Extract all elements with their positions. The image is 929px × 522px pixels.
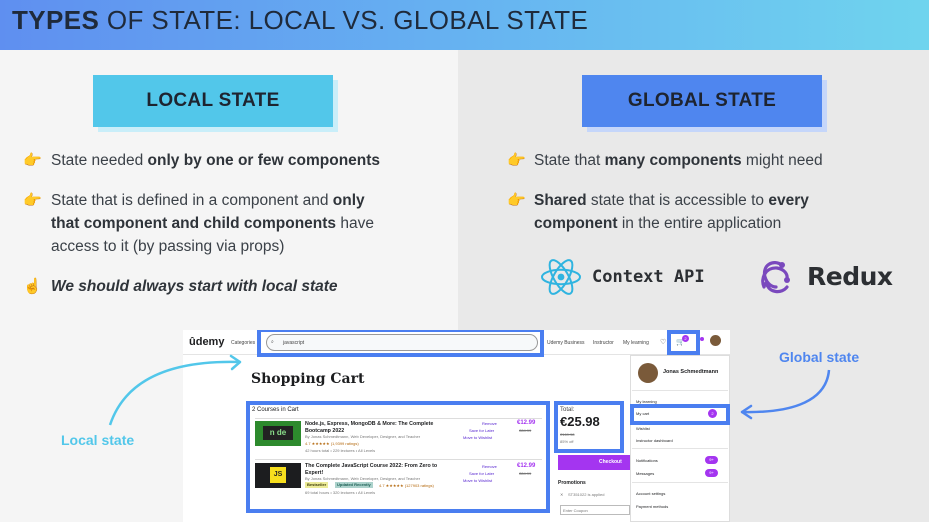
menu-divider (632, 482, 728, 483)
global-state-heading: GLOBAL STATE (582, 75, 822, 127)
redux-label: Redux (807, 262, 893, 291)
page-title: Shopping Cart (251, 371, 365, 387)
local-bullet-1: State needed only by one or few componen… (51, 152, 381, 169)
remove-link[interactable]: Remove (482, 421, 497, 426)
save-later-link[interactable]: Save for Later (469, 471, 494, 476)
course-old-price: €84.99 (519, 471, 532, 476)
menu-user-name: Jonas Schmedtmann (663, 369, 719, 375)
pointing-hand-icon: 👉 (507, 152, 526, 169)
menu-item-payment-methods[interactable]: Payment methods (636, 504, 668, 509)
pointing-hand-icon: 👉 (507, 192, 526, 209)
close-icon[interactable]: ✕ (560, 492, 563, 497)
menu-avatar (638, 363, 658, 383)
course-title[interactable]: Node.js, Express, MongoDB & More: The Co… (305, 421, 455, 434)
nav-instructor[interactable]: Instructor (593, 340, 614, 346)
bestseller-badge: Bestseller (305, 482, 329, 488)
menu-item-notifications[interactable]: Notifications (636, 458, 658, 463)
pointing-hand-icon: 👉 (23, 152, 42, 169)
avatar[interactable] (710, 335, 721, 346)
notification-dot (700, 337, 704, 341)
table-row[interactable] (255, 418, 542, 419)
menu-item-wishlist[interactable]: Wishlist (636, 426, 650, 431)
course-author: By Jonas Schmedtmann, Web Developer, Des… (305, 434, 421, 439)
move-wishlist-link[interactable]: Move to Wishlist (463, 478, 492, 483)
local-state-arrow (108, 354, 242, 426)
menu-item-account-settings[interactable]: Account settings (636, 491, 665, 496)
total-price: €25.98 (560, 414, 600, 429)
redux-icon (761, 261, 790, 294)
pointing-up-icon: ☝ (23, 278, 42, 295)
remove-link[interactable]: Remove (482, 464, 497, 469)
slide-title: TYPES OF STATE: LOCAL VS. GLOBAL STATE (12, 5, 589, 35)
move-wishlist-link[interactable]: Move to Wishlist (463, 435, 492, 440)
local-bullet-3: We should always start with local state (51, 278, 338, 295)
coupon-applied: ST351022 is applied (568, 492, 605, 497)
save-later-link[interactable]: Save for Later (469, 428, 494, 433)
course-rating: 4.7 ★★★★★ (127903 ratings) (379, 483, 434, 488)
local-state-annotation: Local state (61, 432, 135, 448)
course-author: By Jonas Schmedtmann, Web Developer, Des… (305, 476, 421, 481)
pointing-hand-icon: 👉 (23, 192, 42, 209)
course-rating: 4.7 ★★★★★ (1,9399 ratings) (305, 441, 359, 446)
global-bullet-2: Shared state that is accessible to every… (534, 192, 809, 232)
nav-udemy-business[interactable]: Udemy Business (547, 340, 585, 346)
thumbnail-text: JS (270, 467, 286, 483)
table-row[interactable] (255, 459, 542, 460)
coupon-placeholder: Enter Coupon (563, 508, 588, 513)
context-api-label: Context API (592, 267, 705, 287)
udemy-cart-screenshot: ûdemy Categories ⌕ javascript Udemy Busi… (183, 330, 730, 522)
menu-item-messages[interactable]: Messages (636, 471, 654, 476)
menu-divider (632, 390, 728, 391)
course-meta: 42 hours total • 229 lectures • All Leve… (305, 448, 376, 453)
search-highlight (257, 330, 544, 357)
checkout-label: Checkout (599, 459, 622, 465)
global-bullet-1: State that many components might need (534, 152, 823, 169)
heart-icon[interactable]: ♡ (660, 338, 666, 346)
course-title[interactable]: The Complete JavaScript Course 2022: Fro… (305, 463, 455, 476)
nav-my-learning[interactable]: My learning (623, 340, 649, 346)
menu-item-my-cart[interactable]: My cart (636, 411, 649, 416)
course-meta: 69 total hours • 320 lectures • All Leve… (305, 490, 376, 495)
local-state-heading: LOCAL STATE (93, 75, 333, 127)
menu-cart-badge: 2 (708, 409, 717, 418)
total-old-price: €169.98 (560, 432, 575, 437)
course-price: €12.99 (517, 420, 536, 426)
discount-text: 85% off (560, 439, 574, 444)
menu-item-instructor-dashboard[interactable]: Instructor dashboard (636, 438, 673, 443)
local-bullet-2: State that is defined in a component and… (51, 192, 374, 255)
total-label: Total: (560, 407, 575, 413)
promotions-heading: Promotions (558, 480, 586, 486)
react-atom-icon (541, 259, 581, 295)
updated-badge: Updated Recently (335, 482, 373, 488)
notifications-badge: 9+ (705, 456, 718, 464)
global-state-annotation: Global state (779, 349, 860, 365)
thumbnail-text: n de (263, 426, 293, 440)
course-old-price: €84.99 (519, 428, 532, 433)
cart-highlight (667, 330, 700, 355)
global-state-arrow (740, 369, 831, 420)
course-price: €12.99 (517, 463, 536, 469)
messages-badge: 9+ (705, 469, 718, 477)
menu-divider (632, 448, 728, 449)
